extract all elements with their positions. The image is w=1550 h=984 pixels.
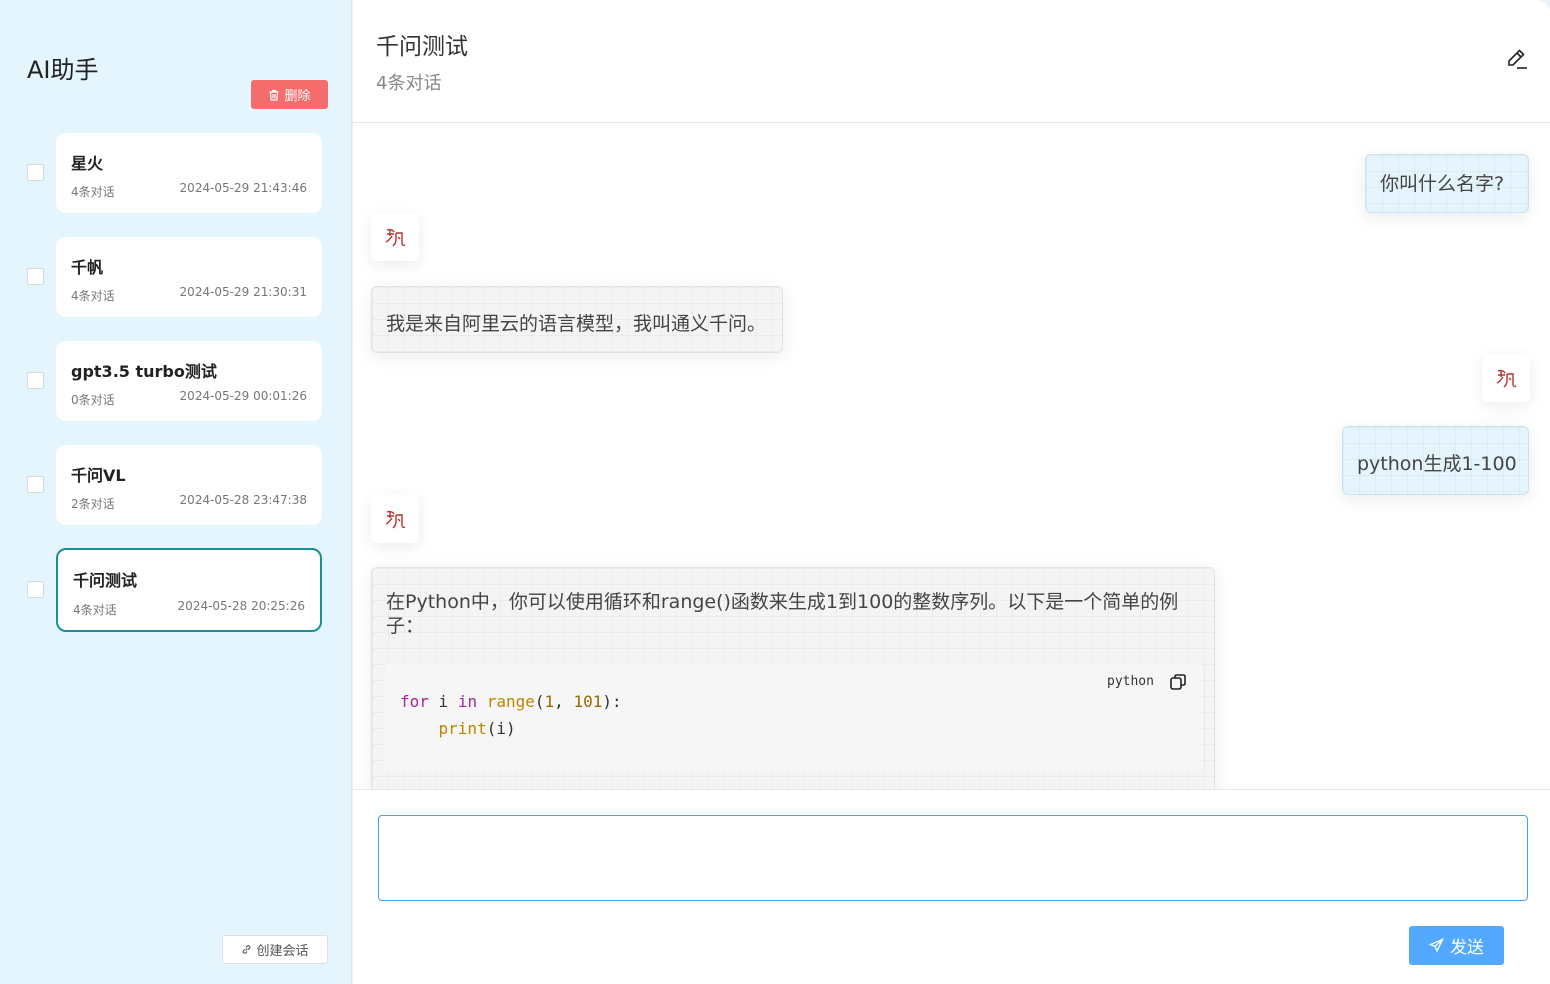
conversation-checkbox[interactable] <box>27 164 44 181</box>
delete-button-label: 删除 <box>284 89 311 104</box>
link-icon <box>243 945 251 954</box>
conversation-time: 2024-05-28 20:25:26 <box>177 599 305 613</box>
delete-button[interactable]: 删除 <box>251 80 328 109</box>
sidebar: AI助手 删除 星火 4条对话 2024-05-29 21:43:46 千帆 4… <box>0 0 352 984</box>
chat-title: 千问测试 <box>376 34 468 60</box>
conversation-name: 千问VL <box>71 466 126 485</box>
code-line: print(i) <box>438 719 516 738</box>
user-avatar <box>1482 354 1530 402</box>
chat-header: 千问测试 4条对话 <box>353 0 1550 123</box>
assistant-logo-icon <box>385 510 406 529</box>
conversation-card[interactable]: 千帆 4条对话 2024-05-29 21:30:31 <box>56 237 322 317</box>
conversation-name: 千帆 <box>71 258 104 277</box>
conversation-count: 4条对话 <box>71 289 115 303</box>
conversation-card-active[interactable]: 千问测试 4条对话 2024-05-28 20:25:26 <box>56 548 322 632</box>
conversation-checkbox[interactable] <box>27 581 44 598</box>
edit-icon[interactable] <box>1504 46 1530 72</box>
assistant-message: 在Python中，你可以使用循环和range()函数来生成1到100的整数序列。… <box>371 567 1215 789</box>
copy-icon[interactable] <box>1169 673 1187 691</box>
assistant-logo-icon <box>385 228 406 247</box>
conversation-card[interactable]: gpt3.5 turbo测试 0条对话 2024-05-29 00:01:26 <box>56 341 322 421</box>
assistant-message: 我是来自阿里云的语言模型，我叫通义千问。 <box>371 286 783 353</box>
user-logo-icon <box>1496 369 1517 388</box>
conversation-name: gpt3.5 turbo测试 <box>71 362 217 381</box>
message-text: 在Python中，你可以使用循环和range()函数来生成1到100的整数序列。… <box>386 591 1179 637</box>
conversation-checkbox[interactable] <box>27 268 44 285</box>
message-text: python生成1-100 <box>1357 453 1517 475</box>
code-language: python <box>1107 674 1154 689</box>
conversation-count: 2条对话 <box>71 497 115 511</box>
message-input[interactable] <box>378 815 1528 901</box>
chat-subtitle: 4条对话 <box>376 73 442 94</box>
input-area: 发送 <box>353 789 1550 984</box>
conversation-count: 4条对话 <box>71 185 115 199</box>
conversation-name: 千问测试 <box>73 571 138 590</box>
new-conversation-label: 创建会话 <box>256 944 309 959</box>
code-block: python for i in range(1, 101): print(i) <box>385 663 1203 771</box>
conversation-time: 2024-05-29 00:01:26 <box>179 389 307 403</box>
chat-panel: 千问测试 4条对话 你叫什么名字? 我是来自阿里云的语言模型，我叫通义千问。 p… <box>353 0 1550 984</box>
send-button-label: 发送 <box>1450 938 1484 958</box>
conversation-checkbox[interactable] <box>27 372 44 389</box>
trash-icon <box>269 89 279 101</box>
conversation-name: 星火 <box>71 154 104 173</box>
conversation-count: 4条对话 <box>73 603 117 617</box>
conversation-time: 2024-05-29 21:43:46 <box>179 181 307 195</box>
send-icon <box>1429 938 1444 953</box>
conversation-card[interactable]: 千问VL 2条对话 2024-05-28 23:47:38 <box>56 445 322 525</box>
assistant-avatar <box>371 213 419 261</box>
conversation-time: 2024-05-28 23:47:38 <box>179 493 307 507</box>
conversation-time: 2024-05-29 21:30:31 <box>179 285 307 299</box>
code-line: for i in range(1, 101): <box>400 692 622 711</box>
assistant-avatar <box>371 495 419 543</box>
user-message: python生成1-100 <box>1342 426 1529 495</box>
conversation-card[interactable]: 星火 4条对话 2024-05-29 21:43:46 <box>56 133 322 213</box>
user-message: 你叫什么名字? <box>1365 154 1529 213</box>
new-conversation-button[interactable]: 创建会话 <box>222 935 328 964</box>
message-text: 你叫什么名字? <box>1380 173 1505 195</box>
app-title: AI助手 <box>27 56 99 84</box>
send-button[interactable]: 发送 <box>1409 926 1504 965</box>
message-list: 你叫什么名字? 我是来自阿里云的语言模型，我叫通义千问。 python生成1-1… <box>353 124 1550 789</box>
conversation-count: 0条对话 <box>71 393 115 407</box>
conversation-checkbox[interactable] <box>27 476 44 493</box>
message-text: 我是来自阿里云的语言模型，我叫通义千问。 <box>386 313 767 335</box>
